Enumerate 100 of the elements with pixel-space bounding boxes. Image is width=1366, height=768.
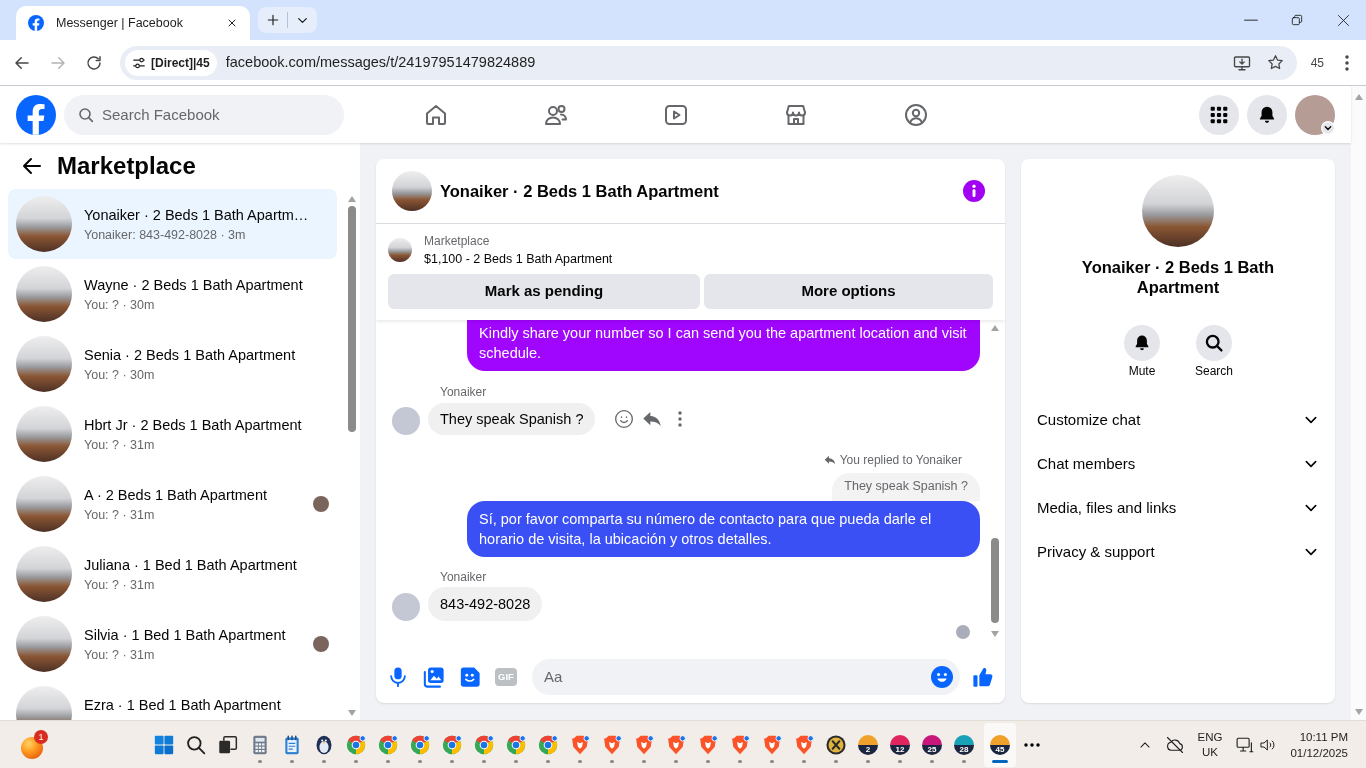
listing-title: $1,100 - 2 Beds 1 Bath Apartment bbox=[424, 251, 613, 267]
conversation-item[interactable]: Hbrt Jr · 2 Beds 1 Bath Apartment You: ? · 31m bbox=[8, 399, 337, 469]
address-bar[interactable]: [Direct]|45 facebook.com/messages/t/24197951479824889 bbox=[120, 45, 1297, 80]
browser-icon bbox=[378, 734, 398, 755]
close-icon bbox=[1335, 12, 1351, 28]
account-button[interactable] bbox=[1295, 94, 1335, 135]
sphere-icon bbox=[21, 736, 43, 759]
conversation-preview: You: ? · 30m bbox=[84, 297, 156, 313]
conversation-preview: Yonaiker: 843-492-8028 · 3m bbox=[84, 227, 247, 243]
scroll-up-icon bbox=[348, 196, 356, 202]
section-header[interactable]: Chat members bbox=[1021, 442, 1335, 486]
listing-action-button[interactable]: More options bbox=[704, 274, 993, 309]
clock-button[interactable]: 10:11 PM 01/12/2025 bbox=[1284, 724, 1354, 765]
minimize-icon bbox=[1244, 18, 1258, 22]
notifications-button[interactable] bbox=[1247, 94, 1287, 135]
photo-placeholder bbox=[16, 546, 72, 602]
photo-placeholder bbox=[16, 196, 72, 252]
search-field[interactable]: Search Facebook bbox=[64, 94, 344, 135]
photo-placeholder bbox=[16, 616, 72, 672]
photo-placeholder bbox=[16, 406, 72, 462]
star-icon bbox=[1267, 54, 1285, 71]
scroll-down-icon bbox=[348, 710, 356, 716]
conversation-item[interactable]: Yonaiker · 2 Beds 1 Bath Apartm… Yonaiker: 843-492-8028 · 3m bbox=[8, 189, 337, 259]
taskbar-app-button[interactable]: 2 bbox=[852, 722, 884, 767]
search-button[interactable]: Search bbox=[1178, 325, 1250, 378]
store-icon bbox=[784, 102, 808, 127]
photo-placeholder bbox=[392, 171, 432, 211]
browser-tab[interactable]: Messenger | Facebook bbox=[16, 6, 250, 40]
section-header[interactable]: Privacy & support bbox=[1021, 530, 1335, 574]
facebook-logo[interactable] bbox=[16, 94, 56, 135]
photo-placeholder bbox=[16, 476, 72, 532]
reply-label: You replied to Yonaiker bbox=[839, 453, 962, 467]
calculator-icon bbox=[250, 734, 270, 755]
thumbs-up-icon bbox=[972, 665, 994, 688]
conversation-item[interactable]: A · 2 Beds 1 Bath Apartment You: ? · 31m bbox=[8, 469, 337, 539]
monitor-download-icon bbox=[1232, 53, 1251, 72]
conversation-item[interactable]: Juliana · 1 Bed 1 Bath Apartment You: ? · 31m bbox=[8, 539, 337, 609]
person-circle-icon bbox=[904, 102, 928, 127]
conversation-title: Silvia · 1 Bed 1 Bath Apartment bbox=[84, 626, 287, 645]
shield-icon bbox=[602, 734, 622, 755]
more-icon bbox=[1024, 742, 1040, 747]
section-header[interactable]: Customize chat bbox=[1021, 398, 1335, 442]
section-header[interactable]: Media, files and links bbox=[1021, 486, 1335, 530]
coin-icon bbox=[826, 734, 846, 755]
scroll-up-icon bbox=[991, 325, 999, 331]
site-info-chip[interactable]: [Direct]|45 bbox=[125, 49, 217, 76]
listing-label: Marketplace bbox=[424, 233, 491, 249]
language-button[interactable]: ENG UK bbox=[1191, 724, 1229, 765]
scrollbar-thumb[interactable] bbox=[991, 538, 999, 623]
browser-icon bbox=[538, 734, 558, 755]
shield-icon bbox=[794, 734, 814, 755]
sender-name: Yonaiker bbox=[440, 384, 487, 400]
app-logo: 28 bbox=[954, 734, 974, 755]
sticker-icon bbox=[459, 665, 481, 688]
browser-icon bbox=[506, 734, 526, 755]
widgets-button[interactable]: 1 bbox=[21, 729, 48, 760]
taskbar-app-button[interactable]: 45 bbox=[984, 722, 1016, 767]
conversation-preview: You: ? · 31m bbox=[84, 577, 156, 593]
scrollbar-thumb[interactable] bbox=[348, 206, 356, 432]
react-button[interactable] bbox=[614, 409, 635, 429]
tune-icon bbox=[132, 55, 146, 70]
conversation-preview: You: ? · 31m bbox=[84, 507, 156, 523]
user-avatar bbox=[392, 593, 420, 621]
search-icon bbox=[1196, 325, 1232, 361]
profile-button[interactable]: 45 bbox=[1304, 49, 1330, 76]
notification-count: 1 bbox=[34, 729, 48, 744]
message-field[interactable]: Aa bbox=[532, 658, 960, 695]
url-text[interactable]: facebook.com/messages/t/24197951479824889 bbox=[225, 51, 536, 74]
conversation-item[interactable]: Silvia · 1 Bed 1 Bath Apartment You: ? · 31m bbox=[8, 609, 337, 679]
conversation-item[interactable]: Wayne · 2 Beds 1 Bath Apartment You: ? · 30m bbox=[8, 259, 337, 329]
message-bubble: Sí, por favor comparta su número de contacto para que pueda darle el horario de visita, la ubicación y otros detalles. bbox=[467, 501, 980, 557]
photo-placeholder bbox=[16, 266, 72, 322]
shield-icon bbox=[666, 734, 686, 755]
app-logo: 2 bbox=[858, 734, 878, 755]
shield-icon bbox=[730, 734, 750, 755]
listing-action-button[interactable]: Mark as pending bbox=[388, 274, 700, 309]
info-button[interactable] bbox=[963, 180, 985, 202]
conversation-item[interactable]: Senia · 2 Beds 1 Bath Apartment You: ? · 30m bbox=[8, 329, 337, 399]
penguin-icon bbox=[314, 734, 334, 755]
conversation-preview: You: ? · 30m bbox=[84, 367, 156, 383]
taskbar-app-button[interactable]: 28 bbox=[948, 722, 980, 767]
chat-title: Yonaiker · 2 Beds 1 Bath Apartment bbox=[440, 180, 719, 202]
overlapping-windows-icon bbox=[218, 734, 238, 755]
menu-button[interactable] bbox=[1199, 94, 1239, 135]
conversation-title: Yonaiker · 2 Beds 1 Bath Apartm… bbox=[84, 206, 310, 225]
close-icon bbox=[226, 17, 238, 29]
mute-button[interactable]: Mute bbox=[1106, 325, 1178, 378]
user-avatar bbox=[392, 407, 420, 435]
sidebar-title: Marketplace bbox=[57, 152, 196, 180]
shield-icon bbox=[570, 734, 590, 755]
conversation-title: Senia · 2 Beds 1 Bath Apartment bbox=[84, 346, 297, 365]
facebook-icon bbox=[28, 15, 44, 31]
people-icon bbox=[544, 102, 568, 127]
taskbar-app-button[interactable]: 12 bbox=[884, 722, 916, 767]
reply-icon bbox=[823, 454, 836, 466]
sender-name: Yonaiker bbox=[440, 569, 487, 585]
taskbar-app-button[interactable]: 25 bbox=[916, 722, 948, 767]
shield-icon bbox=[634, 734, 654, 755]
message-bubble: Kindly share your number so I can send you the apartment location and visit schedule. bbox=[467, 320, 980, 371]
browser-icon bbox=[474, 734, 494, 755]
